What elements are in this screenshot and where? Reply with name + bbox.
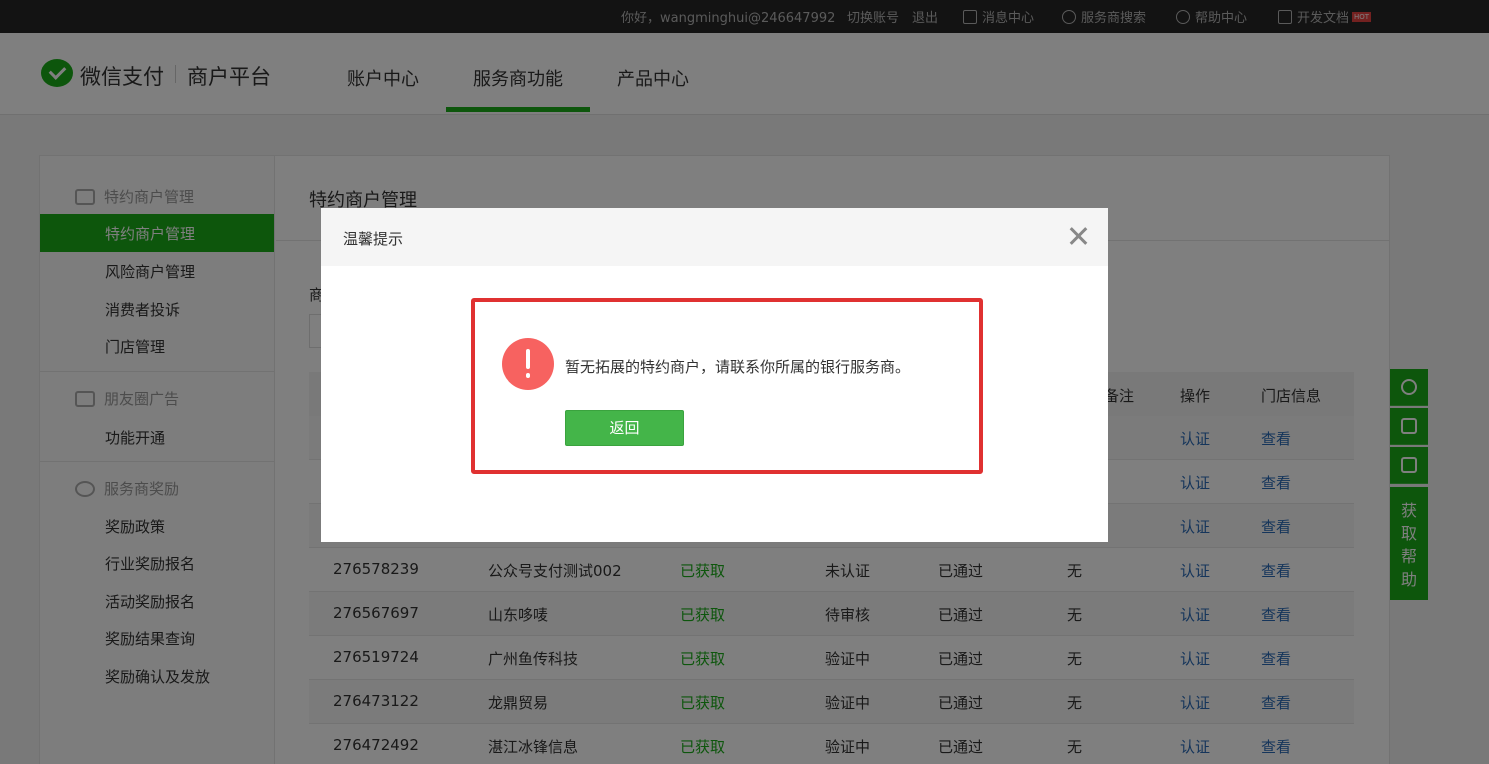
return-button[interactable]: 返回 (565, 410, 684, 446)
warning-icon (502, 338, 554, 390)
dialog-header: 温馨提示 (321, 208, 1108, 266)
notice-dialog: 温馨提示 暂无拓展的特约商户，请联系你所属的银行服务商。 返回 (321, 208, 1108, 542)
dialog-message: 暂无拓展的特约商户，请联系你所属的银行服务商。 (565, 358, 911, 376)
highlight-annotation (471, 298, 983, 474)
dialog-title: 温馨提示 (343, 230, 404, 248)
close-icon[interactable] (1066, 224, 1090, 248)
